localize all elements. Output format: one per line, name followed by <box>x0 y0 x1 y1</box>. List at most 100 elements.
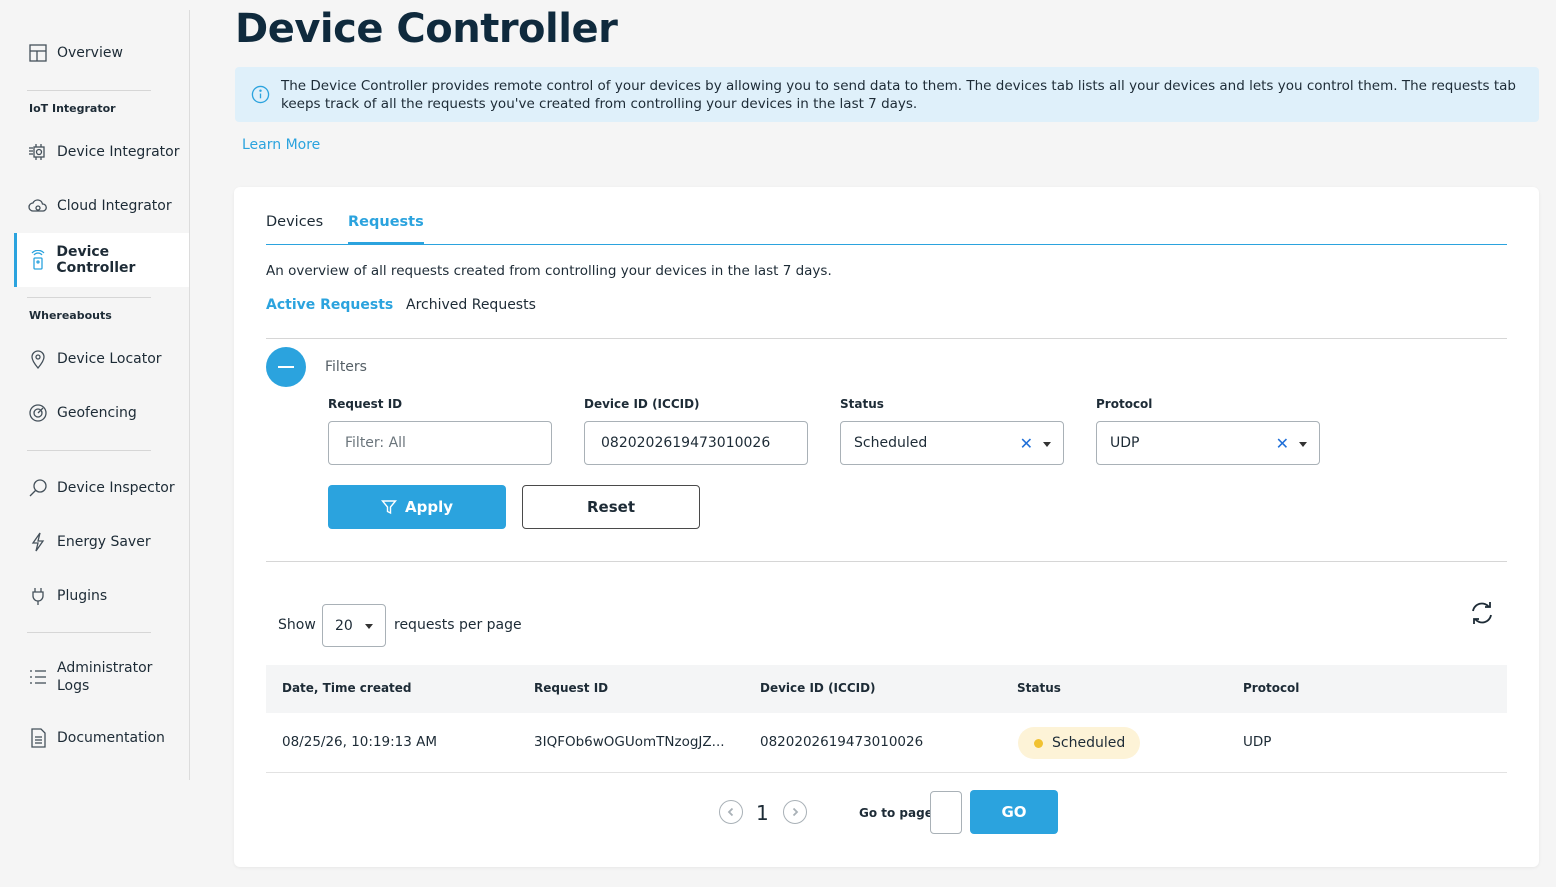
column-header-date: Date, Time created <box>282 681 412 695</box>
tab-requests[interactable]: Requests <box>348 214 424 245</box>
reset-button[interactable]: Reset <box>522 485 700 529</box>
sidebar-item-label: Device Controller <box>56 244 136 276</box>
collapse-filters-button[interactable] <box>266 347 306 387</box>
sidebar-item-label: Plugins <box>57 588 108 604</box>
clear-protocol-icon[interactable]: ✕ <box>1276 434 1289 453</box>
lightning-icon <box>27 531 49 553</box>
cell-request-id[interactable]: 3IQFOb6wOGUomTNzogJZ... <box>534 734 725 750</box>
filter-icon <box>380 500 397 515</box>
sidebar-item-energy-saver[interactable]: Energy Saver <box>14 515 189 569</box>
chevron-down-icon[interactable] <box>1299 442 1307 447</box>
apply-button[interactable]: Apply <box>328 485 506 529</box>
per-page-label: requests per page <box>394 617 522 633</box>
radar-icon <box>27 402 49 424</box>
previous-page-button[interactable] <box>719 800 743 824</box>
refresh-icon <box>1472 602 1492 624</box>
protocol-select[interactable]: UDP ✕ <box>1096 421 1320 465</box>
subtab-archived-requests[interactable]: Archived Requests <box>406 297 536 313</box>
chevron-down-icon[interactable] <box>1043 442 1051 447</box>
column-header-device-id: Device ID (ICCID) <box>760 681 876 695</box>
sidebar-item-cloud-integrator[interactable]: Cloud Integrator <box>14 179 189 233</box>
request-id-input[interactable] <box>328 421 552 465</box>
cell-device-id: 0820202619473010026 <box>760 734 924 750</box>
device-id-label: Device ID (ICCID) <box>584 397 700 411</box>
sidebar-item-device-integrator[interactable]: Device Integrator <box>14 125 189 179</box>
chip-gear-icon <box>27 141 49 163</box>
go-to-page-input[interactable] <box>930 791 962 834</box>
sidebar-item-label: Cloud Integrator <box>57 198 172 214</box>
refresh-button[interactable] <box>1468 599 1498 629</box>
per-page-select[interactable]: 20 <box>322 604 386 647</box>
clear-status-icon[interactable]: ✕ <box>1020 434 1033 453</box>
minus-icon <box>278 366 294 368</box>
divider <box>266 338 1507 339</box>
sidebar-item-plugins[interactable]: Plugins <box>14 569 189 623</box>
column-header-status: Status <box>1017 681 1061 695</box>
status-label: Status <box>840 397 884 411</box>
document-icon <box>27 727 49 749</box>
cell-date: 08/25/26, 10:19:13 AM <box>282 734 438 750</box>
sidebar-item-label: Device Inspector <box>57 480 175 496</box>
plug-icon <box>27 585 49 607</box>
sidebar-item-documentation[interactable]: Documentation <box>14 711 189 765</box>
divider <box>266 561 1507 562</box>
info-icon <box>251 85 271 105</box>
requests-description: An overview of all requests created from… <box>266 263 832 279</box>
sidebar-item-label: Administrator Logs <box>57 660 153 694</box>
device-id-input[interactable] <box>584 421 808 465</box>
status-select[interactable]: Scheduled ✕ <box>840 421 1064 465</box>
layout-icon <box>27 42 49 64</box>
sidebar-item-administrator-logs[interactable]: Administrator Logs <box>14 650 189 704</box>
sidebar-item-label: Device Integrator <box>57 144 180 160</box>
show-label: Show <box>278 617 316 633</box>
divider <box>27 450 151 451</box>
protocol-label: Protocol <box>1096 397 1153 411</box>
sidebar-item-geofencing[interactable]: Geofencing <box>14 386 189 440</box>
section-label-iot: IoT Integrator <box>29 102 116 115</box>
filters-label: Filters <box>325 359 367 375</box>
next-page-button[interactable] <box>783 800 807 824</box>
page-title: Device Controller <box>235 6 618 52</box>
current-page-number: 1 <box>756 801 769 825</box>
tab-devices[interactable]: Devices <box>266 214 323 245</box>
chevron-down-icon <box>365 624 373 629</box>
sidebar-item-device-inspector[interactable]: Device Inspector <box>14 461 189 515</box>
status-dot-icon <box>1034 738 1043 748</box>
apply-button-label: Apply <box>404 498 453 516</box>
status-select-value: Scheduled <box>854 435 928 451</box>
table-row[interactable]: 08/25/26, 10:19:13 AM 3IQFOb6wOGUomTNzog… <box>266 713 1507 773</box>
go-to-page-label: Go to page <box>859 806 933 820</box>
divider <box>27 297 151 298</box>
column-header-protocol: Protocol <box>1243 681 1300 695</box>
sidebar-item-device-controller[interactable]: Device Controller <box>14 233 189 287</box>
divider <box>27 90 151 91</box>
requests-card: Devices Requests An overview of all requ… <box>234 187 1539 867</box>
chevron-left-icon <box>727 807 734 817</box>
sidebar-item-device-locator[interactable]: Device Locator <box>14 332 189 386</box>
chevron-right-icon <box>792 807 799 817</box>
divider <box>27 632 151 633</box>
tab-bar: Devices Requests <box>266 211 1507 245</box>
sidebar-item-label: Geofencing <box>57 405 137 421</box>
sidebar-item-label: Device Locator <box>57 351 162 367</box>
status-badge: Scheduled <box>1018 727 1141 759</box>
magnifier-icon <box>27 477 49 499</box>
info-text: The Device Controller provides remote co… <box>281 78 1516 112</box>
learn-more-link[interactable]: Learn More <box>242 137 320 153</box>
sidebar-item-label: Overview <box>57 45 123 61</box>
sidebar-item-label: Energy Saver <box>57 534 151 550</box>
section-label-whereabouts: Whereabouts <box>29 309 112 322</box>
request-id-label: Request ID <box>328 397 403 411</box>
per-page-value: 20 <box>335 617 353 634</box>
protocol-select-value: UDP <box>1110 435 1140 451</box>
status-badge-label: Scheduled <box>1052 735 1126 751</box>
sidebar-item-overview[interactable]: Overview <box>14 26 189 80</box>
sidebar-item-label: Documentation <box>57 730 165 746</box>
info-banner: The Device Controller provides remote co… <box>235 67 1539 122</box>
sidebar: Overview IoT Integrator Device Integrato… <box>0 10 190 780</box>
subtab-active-requests[interactable]: Active Requests <box>266 297 393 313</box>
requests-table: Date, Time created Request ID Device ID … <box>266 665 1507 773</box>
cell-protocol: UDP <box>1243 734 1272 750</box>
go-button[interactable]: GO <box>970 790 1058 834</box>
list-icon <box>27 666 49 688</box>
